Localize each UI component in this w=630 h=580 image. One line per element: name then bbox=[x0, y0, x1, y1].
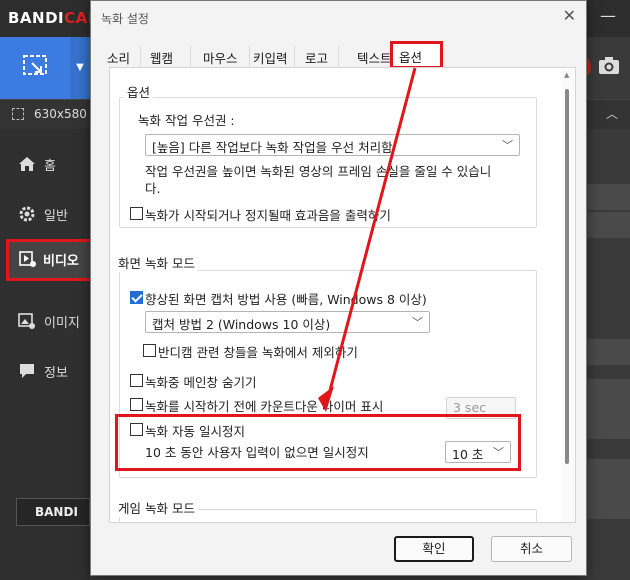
hide-main-checkbox[interactable] bbox=[130, 374, 143, 387]
sidebar-item-label: 비디오 bbox=[43, 254, 79, 269]
options-panel: ▲ 옵션 녹화 작업 우선권 : [높음] 다른 작업보다 녹화 작업을 우선 … bbox=[109, 67, 576, 523]
tab-mouse[interactable]: 마우스 bbox=[197, 46, 250, 68]
enhanced-capture-checkbox[interactable] bbox=[130, 291, 143, 304]
sidebar-item-label: 홈 bbox=[44, 159, 56, 174]
panel-row bbox=[586, 212, 630, 238]
image-settings-icon bbox=[18, 313, 35, 329]
right-panel bbox=[586, 129, 630, 580]
tab-bar: 소리 웹캠 마우스 키입력 로고 텍스트 옵션 bbox=[101, 41, 577, 69]
sidebar-item-image[interactable]: 이미지 bbox=[0, 301, 90, 341]
countdown-value: 3 sec bbox=[453, 400, 487, 415]
priority-select[interactable]: [높음] 다른 작업보다 녹화 작업을 우선 처리함 ﹀ bbox=[145, 134, 520, 156]
effect-sound-label: 녹화가 시작되거나 정지될때 효과음을 출력하기 bbox=[145, 208, 391, 223]
scroll-thumb[interactable] bbox=[565, 89, 569, 464]
scroll-up-icon[interactable]: ▲ bbox=[564, 71, 569, 79]
panel-row bbox=[586, 379, 630, 439]
minimize-icon[interactable]: — bbox=[600, 6, 616, 25]
home-icon bbox=[19, 157, 35, 171]
auto-pause-checkbox[interactable] bbox=[130, 423, 143, 436]
countdown-label: 녹화를 시작하기 전에 카운트다운 타이머 표시 bbox=[145, 399, 384, 414]
info-icon bbox=[20, 364, 34, 378]
sidebar-item-label: 일반 bbox=[44, 209, 68, 224]
enhanced-capture-label: 향상된 화면 캡처 방법 사용 (빠름, Windows 8 이상) bbox=[145, 292, 427, 307]
chevron-down-icon: ﹀ bbox=[412, 316, 423, 329]
dialog-title: 녹화 설정 bbox=[101, 12, 149, 26]
collapse-icon[interactable]: ︿ bbox=[606, 105, 618, 122]
sidebar-item-label: 정보 bbox=[44, 366, 68, 381]
auto-pause-value: 10 초 bbox=[452, 447, 484, 462]
effect-sound-checkbox[interactable] bbox=[130, 207, 143, 220]
capture-method-select[interactable]: 캡처 방법 2 (Windows 10 이상) ﹀ bbox=[145, 311, 430, 333]
panel-row bbox=[586, 184, 630, 210]
cancel-button[interactable]: 취소 bbox=[491, 536, 572, 562]
countdown-checkbox[interactable] bbox=[130, 398, 143, 411]
region-icon bbox=[12, 108, 24, 120]
tab-sound[interactable]: 소리 bbox=[101, 46, 141, 68]
tab-keystroke[interactable]: 키입력 bbox=[247, 46, 295, 68]
exclude-windows-label: 반디캠 관련 창들을 녹화에서 제외하기 bbox=[158, 345, 358, 360]
group-title: 화면 녹화 모드 bbox=[115, 253, 198, 272]
exclude-windows-checkbox[interactable] bbox=[143, 344, 156, 357]
bottom-logo: BANDI bbox=[16, 498, 90, 526]
group-title: 게임 녹화 모드 bbox=[115, 498, 198, 517]
video-settings-icon bbox=[19, 251, 36, 267]
sidebar-item-video[interactable]: 비디오 bbox=[6, 239, 94, 281]
tab-logo[interactable]: 로고 bbox=[299, 46, 339, 68]
close-icon[interactable]: ✕ bbox=[563, 6, 576, 25]
vertical-scrollbar[interactable]: ▲ bbox=[562, 69, 574, 522]
priority-label: 녹화 작업 우선권 : bbox=[138, 113, 235, 128]
ok-button[interactable]: 확인 bbox=[394, 536, 474, 562]
app-logo: BANDICAM bbox=[8, 9, 104, 27]
capture-size: 630x580 bbox=[34, 107, 87, 121]
priority-help: 작업 우선권을 높이면 녹화된 영상의 프레임 손실을 줄일 수 있습니 bbox=[145, 164, 492, 179]
auto-pause-select[interactable]: 10 초 ﹀ bbox=[445, 441, 511, 463]
chevron-down-icon: ﹀ bbox=[493, 446, 504, 459]
hide-main-label: 녹화중 메인창 숨기기 bbox=[145, 375, 257, 390]
mode-dropdown-icon[interactable]: ▼ bbox=[70, 37, 90, 99]
panel-row bbox=[586, 339, 630, 365]
screen-record-mode-button[interactable] bbox=[0, 37, 70, 99]
sidebar-item-home[interactable]: 홈 bbox=[0, 144, 90, 184]
tab-options[interactable]: 옵션 bbox=[390, 41, 443, 69]
sidebar-item-info[interactable]: 정보 bbox=[0, 351, 90, 391]
priority-value: [높음] 다른 작업보다 녹화 작업을 우선 처리함 bbox=[152, 140, 393, 155]
tab-webcam[interactable]: 웹캠 bbox=[144, 46, 191, 68]
sidebar-item-general[interactable]: 일반 bbox=[0, 194, 90, 234]
priority-help-cont: 다. bbox=[145, 181, 161, 196]
sidebar-item-label: 이미지 bbox=[44, 316, 80, 331]
camera-icon[interactable] bbox=[598, 55, 620, 75]
panel-row bbox=[586, 459, 630, 519]
group-title: 옵션 bbox=[124, 82, 154, 101]
screen-select-icon bbox=[23, 55, 47, 75]
capture-method-value: 캡처 방법 2 (Windows 10 이상) bbox=[152, 317, 331, 332]
gear-icon bbox=[19, 206, 35, 222]
chevron-down-icon: ﹀ bbox=[502, 139, 513, 152]
auto-pause-desc: 10 초 동안 사용자 입력이 없으면 일시정지 bbox=[145, 445, 369, 460]
recording-settings-dialog: 녹화 설정 ✕ 소리 웹캠 마우스 키입력 로고 텍스트 옵션 ▲ 옵션 녹화 … bbox=[90, 0, 587, 576]
auto-pause-label: 녹화 자동 일시정지 bbox=[145, 424, 245, 439]
